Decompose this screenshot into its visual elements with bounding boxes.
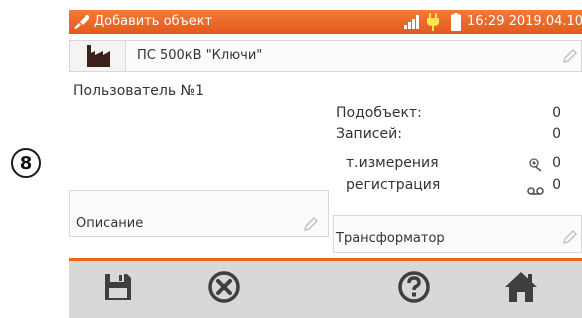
home-icon xyxy=(503,270,539,308)
signal-bars-icon xyxy=(404,14,422,33)
cancel-icon xyxy=(207,270,241,308)
status-bar: Добавить объект 16:29 2019.04.10 xyxy=(69,10,582,34)
help-button[interactable] xyxy=(394,269,434,309)
device-screen: Добавить объект 16:29 2019.04.10 ПС 500к… xyxy=(69,10,582,318)
measurement-points-value: 0 xyxy=(552,155,561,171)
edit-pencil-icon[interactable] xyxy=(562,229,578,249)
help-icon xyxy=(397,270,431,308)
save-button[interactable] xyxy=(98,269,138,309)
measurement-point-icon xyxy=(529,157,543,176)
object-name: ПС 500кВ "Ключи" xyxy=(137,48,263,63)
battery-icon xyxy=(451,13,461,35)
records-label: Записей: xyxy=(336,126,402,142)
records-value: 0 xyxy=(552,126,561,142)
save-icon xyxy=(104,273,132,305)
object-name-field[interactable]: ПС 500кВ "Ключи" xyxy=(69,40,582,72)
meter-probe-icon xyxy=(72,13,92,34)
subobjects-value: 0 xyxy=(552,105,561,121)
factory-icon[interactable] xyxy=(70,41,126,71)
description-label: Описание xyxy=(76,216,144,231)
transformer-field[interactable]: Трансформатор xyxy=(333,215,582,253)
edit-pencil-icon[interactable] xyxy=(303,216,319,236)
registration-icon xyxy=(527,181,544,200)
description-field[interactable]: Описание xyxy=(69,190,329,237)
registration-value: 0 xyxy=(552,177,561,193)
home-button[interactable] xyxy=(501,269,541,309)
window-title: Добавить объект xyxy=(94,14,213,29)
user-name: Пользователь №1 xyxy=(73,83,205,99)
registration-label: регистрация xyxy=(346,177,441,193)
step-marker: 8 xyxy=(11,148,41,178)
transformer-label: Трансформатор xyxy=(336,231,445,246)
bottom-toolbar xyxy=(69,261,582,318)
cancel-button[interactable] xyxy=(204,269,244,309)
subobjects-label: Подобъект: xyxy=(336,105,422,121)
edit-pencil-icon[interactable] xyxy=(562,48,578,68)
measurement-points-label: т.измерения xyxy=(346,155,439,171)
power-plug-icon xyxy=(427,13,439,35)
clock-datetime: 16:29 2019.04.10 xyxy=(467,14,582,29)
